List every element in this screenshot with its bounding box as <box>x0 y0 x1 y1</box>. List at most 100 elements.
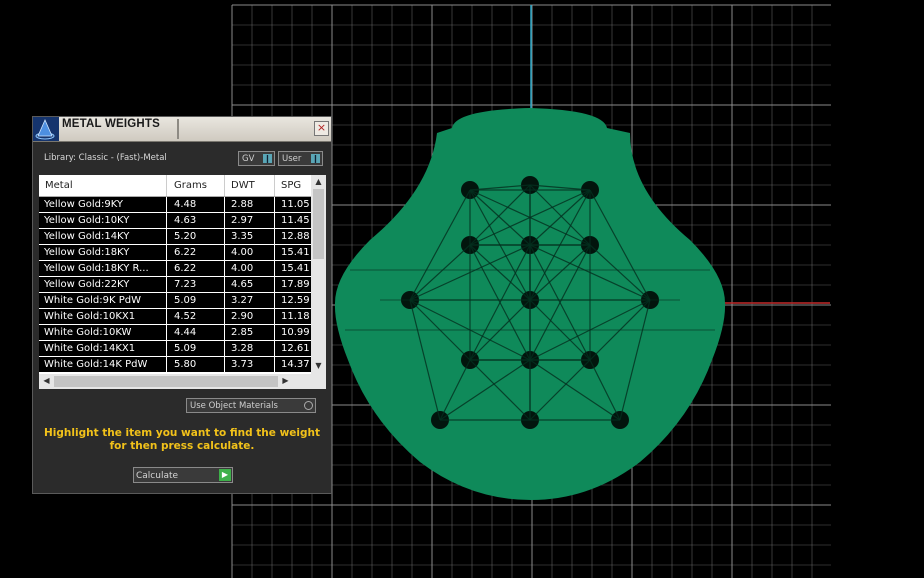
table-cell: 3.28 <box>231 343 254 354</box>
table-cell: 2.97 <box>231 215 254 226</box>
metal-table[interactable]: Metal Grams DWT SPG Yellow Gold:9KY 4.48 2… <box>39 175 326 389</box>
column-header-grams[interactable]: Grams <box>174 180 207 191</box>
instruction-text: Highlight the item you want to find the … <box>33 427 331 453</box>
table-cell: 2.90 <box>231 311 254 322</box>
table-cell: 4.44 <box>174 327 197 338</box>
cell-divider <box>166 229 167 245</box>
radio-icon <box>304 401 313 410</box>
pendant-model[interactable] <box>334 108 726 500</box>
table-cell: 17.89 <box>281 279 310 290</box>
scroll-left-icon[interactable]: ◀ <box>39 376 54 385</box>
library-label: Library: Classic - (Fast)-Metal <box>44 153 167 163</box>
table-row[interactable]: Yellow Gold:14KY 5.20 3.35 12.88 <box>39 229 311 245</box>
cell-divider <box>166 197 167 213</box>
table-row[interactable]: White Gold:14K PdW 5.80 3.73 14.37 <box>39 357 311 373</box>
use-object-materials-label: Use Object Materials <box>190 401 278 411</box>
cell-divider <box>274 197 275 213</box>
user-toggle[interactable]: User ❙ <box>278 151 323 166</box>
table-cell: 4.52 <box>174 311 197 322</box>
cell-divider <box>274 229 275 245</box>
table-cell: 4.63 <box>174 215 197 226</box>
cell-divider <box>224 229 225 245</box>
cell-divider <box>274 245 275 261</box>
app-logo-icon <box>33 117 59 141</box>
close-icon[interactable]: × <box>314 121 329 136</box>
table-cell: 11.18 <box>281 311 310 322</box>
table-cell: 3.35 <box>231 231 254 242</box>
user-toggle-icon: ❙ <box>311 154 320 163</box>
table-row[interactable]: Yellow Gold:9KY 4.48 2.88 11.05 <box>39 197 311 213</box>
gv-toggle[interactable]: GV ❙ <box>238 151 275 166</box>
calculate-label: Calculate <box>136 471 179 481</box>
table-cell: 5.09 <box>174 295 197 306</box>
table-cell: 4.48 <box>174 199 197 210</box>
table-cell: 12.59 <box>281 295 310 306</box>
table-cell: 11.05 <box>281 199 310 210</box>
scroll-right-icon[interactable]: ▶ <box>278 376 293 385</box>
table-header: Metal Grams DWT SPG <box>39 175 311 197</box>
cell-divider <box>224 213 225 229</box>
table-cell: 2.88 <box>231 199 254 210</box>
column-header-spg[interactable]: SPG <box>281 180 301 191</box>
table-cell: Yellow Gold:9KY <box>44 199 123 210</box>
calculate-button[interactable]: Calculate ▶ <box>133 467 233 483</box>
table-row[interactable]: White Gold:9K PdW 5.09 3.27 12.59 <box>39 293 311 309</box>
titlebar-divider <box>177 119 179 139</box>
instruction-line-1: Highlight the item you want to find the … <box>44 427 320 439</box>
table-cell: 4.00 <box>231 263 254 274</box>
play-icon: ▶ <box>219 469 231 481</box>
cell-divider <box>224 261 225 277</box>
column-header-metal[interactable]: Metal <box>45 180 73 191</box>
cell-divider <box>166 357 167 373</box>
user-label: User <box>282 154 302 164</box>
cell-divider <box>274 357 275 373</box>
header-divider <box>274 175 275 196</box>
table-cell: Yellow Gold:14KY <box>44 231 130 242</box>
cell-divider <box>166 325 167 341</box>
table-cell: 3.73 <box>231 359 254 370</box>
cell-divider <box>166 277 167 293</box>
table-body: Yellow Gold:9KY 4.48 2.88 11.05 Yellow Gold:… <box>39 197 311 373</box>
scroll-down-icon[interactable]: ▼ <box>311 361 326 370</box>
cell-divider <box>166 213 167 229</box>
cell-divider <box>274 309 275 325</box>
cell-divider <box>224 325 225 341</box>
scroll-up-icon[interactable]: ▲ <box>311 177 326 186</box>
vertical-scroll-thumb[interactable] <box>313 189 324 259</box>
cell-divider <box>224 245 225 261</box>
table-row[interactable]: White Gold:10KX1 4.52 2.90 11.18 <box>39 309 311 325</box>
table-cell: White Gold:10KX1 <box>44 311 136 322</box>
table-row[interactable]: White Gold:10KW 4.44 2.85 10.99 <box>39 325 311 341</box>
table-cell: White Gold:14KX1 <box>44 343 136 354</box>
table-cell: White Gold:10KW <box>44 327 132 338</box>
table-cell: 3.27 <box>231 295 254 306</box>
table-cell: 5.09 <box>174 343 197 354</box>
instruction-line-2: for then press calculate. <box>109 440 255 452</box>
dialog-title: METAL WEIGHTS <box>62 118 161 130</box>
table-cell: 14.37 <box>281 359 310 370</box>
cell-divider <box>274 261 275 277</box>
cell-divider <box>274 325 275 341</box>
column-header-dwt[interactable]: DWT <box>231 180 255 191</box>
table-cell: Yellow Gold:18KY R... <box>44 263 149 274</box>
table-cell: 15.41 <box>281 247 310 258</box>
cell-divider <box>274 341 275 357</box>
cell-divider <box>166 261 167 277</box>
vertical-scrollbar[interactable]: ▲ ▼ <box>311 175 326 374</box>
cell-divider <box>166 245 167 261</box>
table-row[interactable]: Yellow Gold:22KY 7.23 4.65 17.89 <box>39 277 311 293</box>
table-row[interactable]: Yellow Gold:18KY R... 6.22 4.00 15.41 <box>39 261 311 277</box>
table-cell: 5.20 <box>174 231 197 242</box>
dialog-titlebar[interactable]: METAL WEIGHTS × <box>33 117 331 142</box>
horizontal-scroll-thumb[interactable] <box>54 376 278 387</box>
horizontal-scrollbar[interactable]: ◀ ▶ <box>39 374 326 389</box>
cell-divider <box>166 309 167 325</box>
table-row[interactable]: White Gold:14KX1 5.09 3.28 12.61 <box>39 341 311 357</box>
table-row[interactable]: Yellow Gold:10KY 4.63 2.97 11.45 <box>39 213 311 229</box>
table-row[interactable]: Yellow Gold:18KY 6.22 4.00 15.41 <box>39 245 311 261</box>
use-object-materials-toggle[interactable]: Use Object Materials <box>186 398 316 413</box>
table-cell: 15.41 <box>281 263 310 274</box>
gv-label: GV <box>242 154 255 164</box>
table-cell: 11.45 <box>281 215 310 226</box>
table-cell: 6.22 <box>174 263 197 274</box>
